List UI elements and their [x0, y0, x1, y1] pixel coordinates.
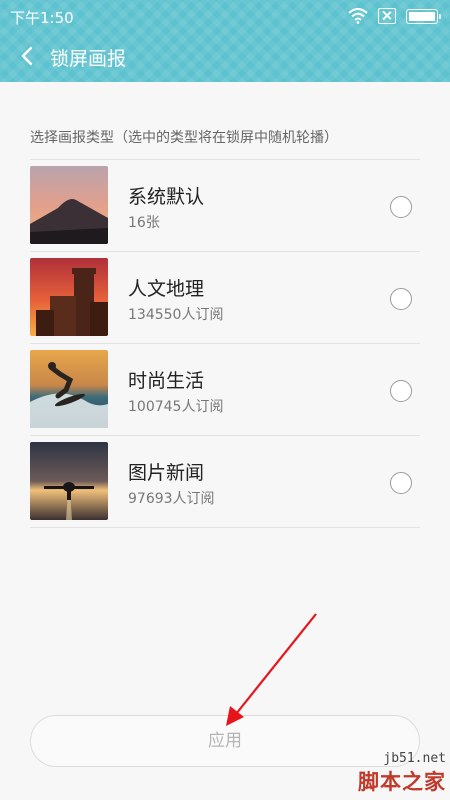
watermark: jb51.net 脚本之家	[358, 751, 446, 796]
battery-icon	[406, 8, 441, 24]
item-subscribers: 134550人订阅	[128, 307, 224, 323]
radio-button[interactable]	[390, 380, 412, 402]
thumbnail-surfer	[30, 350, 108, 428]
category-list: 系统默认 16张 人文地理 134550人订阅 时尚生活 100745人订阅 图…	[30, 160, 420, 528]
item-name: 人文地理	[128, 278, 205, 300]
list-item-human-geography[interactable]: 人文地理 134550人订阅	[30, 252, 420, 344]
title-row: 锁屏画报	[0, 36, 450, 76]
header-bar: 下午1:50 锁屏画报	[0, 0, 450, 82]
list-item-fashion-life[interactable]: 时尚生活 100745人订阅	[30, 344, 420, 436]
item-name: 系统默认	[128, 186, 205, 208]
thumbnail-mountain-sunset	[30, 166, 108, 244]
wifi-icon	[348, 8, 368, 24]
radio-button[interactable]	[390, 196, 412, 218]
thumbnail-airplane-runway	[30, 442, 108, 520]
list-item-system-default[interactable]: 系统默认 16张	[30, 160, 420, 252]
item-subscribers: 100745人订阅	[128, 399, 224, 415]
radio-button[interactable]	[390, 472, 412, 494]
chevron-left-icon	[21, 46, 33, 66]
item-name: 时尚生活	[128, 370, 205, 392]
item-name: 图片新闻	[128, 462, 205, 484]
thumbnail-castle-sunset	[30, 258, 108, 336]
list-item-picture-news[interactable]: 图片新闻 97693人订阅	[30, 436, 420, 528]
status-time: 下午1:50	[10, 9, 74, 27]
back-button[interactable]	[14, 42, 42, 70]
item-count: 16张	[128, 215, 160, 231]
item-subscribers: 97693人订阅	[128, 491, 215, 507]
watermark-name: 脚本之家	[358, 770, 446, 794]
section-label: 选择画报类型（选中的类型将在锁屏中随机轮播）	[30, 130, 338, 146]
status-bar: 下午1:50	[0, 0, 450, 32]
radio-button[interactable]	[390, 288, 412, 310]
status-icons	[348, 7, 441, 25]
battery-level	[409, 11, 435, 21]
no-sim-icon	[378, 8, 396, 24]
page-title: 锁屏画报	[50, 48, 127, 70]
watermark-url: jb51.net	[383, 751, 446, 766]
